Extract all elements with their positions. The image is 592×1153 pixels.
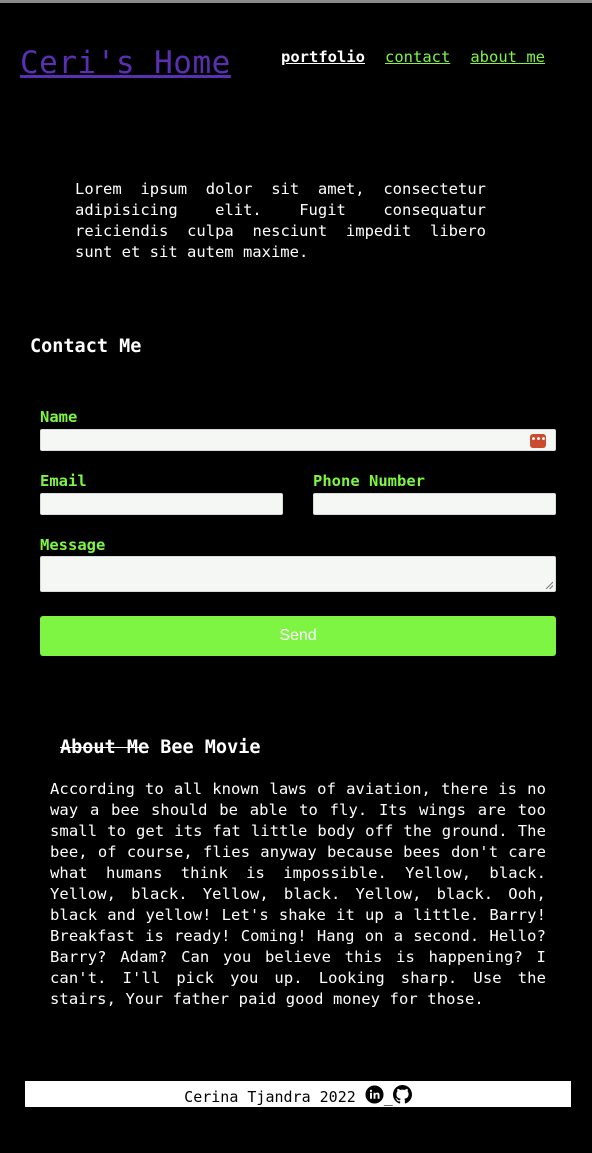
intro-paragraph: Lorem ipsum dolor sit amet, consectetur … bbox=[75, 180, 486, 261]
about-heading: About Me Bee Movie bbox=[60, 737, 261, 758]
send-button[interactable]: Send bbox=[40, 616, 556, 656]
nav-link-contact[interactable]: contact bbox=[385, 48, 450, 66]
name-label: Name bbox=[40, 408, 78, 426]
about-paragraph: According to all known laws of aviation,… bbox=[50, 780, 546, 1008]
footer-separator: _ bbox=[383, 1088, 393, 1106]
email-input[interactable] bbox=[40, 493, 283, 515]
nav-link-about-me[interactable]: about me bbox=[470, 48, 545, 66]
name-input[interactable]: ••• bbox=[40, 429, 556, 451]
site-title-link[interactable]: Ceri's Home bbox=[20, 45, 231, 81]
about-heading-rest: Bee Movie bbox=[149, 737, 261, 758]
footer: Cerina Tjandra 2022 _ bbox=[25, 1081, 571, 1107]
browser-top-edge bbox=[0, 0, 592, 3]
linkedin-icon[interactable] bbox=[365, 1085, 384, 1104]
footer-text: Cerina Tjandra 2022 bbox=[184, 1088, 356, 1106]
phone-label: Phone Number bbox=[313, 472, 425, 490]
nav-link-portfolio[interactable]: portfolio bbox=[281, 48, 365, 66]
about-heading-struck: About Me bbox=[60, 737, 150, 758]
resize-grip-icon[interactable] bbox=[545, 581, 553, 589]
message-textarea[interactable] bbox=[40, 556, 556, 592]
phone-input[interactable] bbox=[313, 493, 556, 515]
main-nav: portfolio contact about me bbox=[281, 48, 545, 66]
contact-heading: Contact Me bbox=[30, 336, 142, 357]
autofill-menu-icon[interactable]: ••• bbox=[530, 434, 547, 448]
email-label: Email bbox=[40, 472, 87, 490]
message-label: Message bbox=[40, 536, 106, 554]
github-icon[interactable] bbox=[392, 1085, 412, 1104]
